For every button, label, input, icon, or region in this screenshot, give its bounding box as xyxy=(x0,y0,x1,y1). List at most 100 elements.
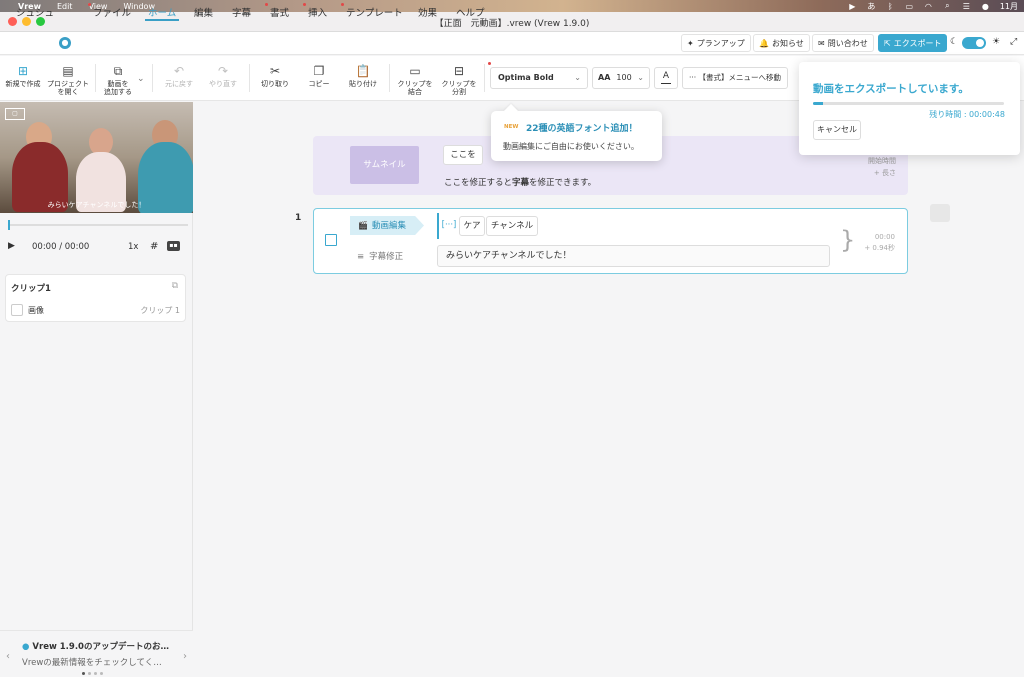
playback-time: 00:00 / 00:00 xyxy=(32,242,90,252)
export-progress-fill xyxy=(813,102,823,105)
tab-template[interactable]: テンプレート xyxy=(341,3,403,19)
siri-icon[interactable]: ● xyxy=(981,2,990,11)
toolbar-divider xyxy=(249,64,250,92)
cut-button[interactable]: ✂ 切り取り xyxy=(256,64,294,88)
grid-icon[interactable]: # xyxy=(150,241,158,252)
tab-home[interactable]: ホーム xyxy=(144,5,180,21)
paste-button[interactable]: 📋 貼り付け xyxy=(344,64,382,88)
toolbar-divider xyxy=(95,64,96,92)
caption-icon[interactable]: ▪▪ xyxy=(167,241,180,251)
font-select[interactable]: Optima Bold ⌄ xyxy=(490,67,588,89)
tab-subtitle[interactable]: 字幕 xyxy=(232,5,251,19)
video-preview[interactable]: ▢ みらいケアチャンネルでした！ xyxy=(0,102,193,213)
battery-icon[interactable]: ▭ xyxy=(905,2,914,11)
notice-button[interactable]: 🔔 お知らせ xyxy=(753,34,810,52)
chevron-down-icon: ⌄ xyxy=(574,73,581,82)
new-font-popover[interactable]: NEW 22種の英語フォント追加！ 動画編集にご自由にお使いください。 xyxy=(491,111,662,161)
video-watermark-logo: ▢ xyxy=(5,108,25,120)
pagination-dot[interactable] xyxy=(82,672,85,675)
theme-toggle[interactable] xyxy=(962,37,986,49)
clip-item-ref: クリップ 1 xyxy=(140,306,180,315)
play-icon[interactable]: ▶ xyxy=(8,241,15,251)
tab-insert[interactable]: 挿入 xyxy=(303,3,327,19)
word-chip[interactable]: チャンネル xyxy=(486,216,538,236)
plan-icon: ✦ xyxy=(687,38,694,48)
video-edit-label[interactable]: 🎬 動画編集 xyxy=(350,216,424,235)
playback-speed[interactable]: 1x xyxy=(128,242,138,252)
font-color-button[interactable]: A xyxy=(654,67,678,89)
input-method-icon[interactable]: あ xyxy=(867,1,876,12)
font-size-select[interactable]: AA 100 ⌄ xyxy=(592,67,650,89)
bluetooth-icon[interactable]: ᛒ xyxy=(886,2,895,11)
merge-clip-button[interactable]: ▭ クリップを 結合 xyxy=(396,64,434,96)
control-center-icon[interactable]: ☰ xyxy=(962,2,971,11)
subtitle-edit-label: ≡ 字幕修正 xyxy=(357,252,404,262)
plan-up-button[interactable]: ✦ プランアップ xyxy=(681,34,751,52)
news-title[interactable]: ● Vrew 1.9.0のアップデートのお… xyxy=(22,640,172,652)
thumbnail-button[interactable]: サムネイル xyxy=(350,146,419,184)
subtitle-text-input[interactable]: みらいケアチャンネルでした！ xyxy=(437,245,830,267)
user-avatar-icon[interactable]: ● xyxy=(59,37,71,49)
clip-card: クリップ1 ⧉ 画像 クリップ 1 xyxy=(5,274,186,322)
redo-icon: ↷ xyxy=(217,64,229,78)
popover-body: 動画編集にご自由にお使いください。 xyxy=(503,142,639,151)
tab-format[interactable]: 書式 xyxy=(265,3,289,19)
undo-button[interactable]: ↶ 元に戻す xyxy=(160,64,198,88)
clip-item-checkbox[interactable] xyxy=(11,304,23,316)
video-subtitle-overlay: みらいケアチャンネルでした！ xyxy=(47,201,146,209)
add-video-dropdown-icon[interactable]: ⌄ xyxy=(137,74,145,84)
pagination-dot[interactable] xyxy=(100,672,103,675)
font-size-icon: AA xyxy=(598,73,611,82)
word-chip[interactable]: ケア xyxy=(459,216,485,236)
export-icon: ⇱ xyxy=(884,38,891,48)
video-scrubber[interactable] xyxy=(8,220,188,230)
clapperboard-icon: 🎬 xyxy=(358,221,368,230)
tab-file[interactable]: ファイル xyxy=(88,3,131,19)
cancel-export-button[interactable]: キャンセル xyxy=(813,120,861,140)
clip-row-checkbox[interactable] xyxy=(325,234,337,246)
clock[interactable]: 11月 xyxy=(1000,1,1018,12)
pagination-dot[interactable] xyxy=(94,672,97,675)
pagination-dot[interactable] xyxy=(88,672,91,675)
export-button[interactable]: ⇱ エクスポート xyxy=(878,34,948,52)
redo-button[interactable]: ↷ やり直す xyxy=(204,64,242,88)
bell-icon: 🔔 xyxy=(759,38,769,48)
export-progress-bar xyxy=(813,102,1004,105)
new-badge: NEW xyxy=(504,124,519,130)
chevron-right-icon[interactable]: › xyxy=(183,651,187,662)
thumbnail-text-chip[interactable]: ここを xyxy=(443,145,483,165)
text-lines-icon: ≡ xyxy=(357,252,365,262)
split-icon: ⊟ xyxy=(453,64,465,78)
chevron-left-icon[interactable]: ‹ xyxy=(6,651,10,662)
start-time-label: 開始時間 + 長さ xyxy=(868,157,896,177)
tab-effects[interactable]: 効果 xyxy=(418,5,437,19)
tab-edit[interactable]: 編集 xyxy=(194,5,213,19)
new-project-button[interactable]: ⊞ 新規で作成 xyxy=(4,64,42,88)
add-video-button[interactable]: ⧉ 動画を 追加する xyxy=(100,64,136,96)
clip-card-title: クリップ1 xyxy=(11,284,51,294)
clip-row-number: 1 xyxy=(295,213,302,223)
format-menu-button[interactable]: ··· 【書式】メニューへ移動 xyxy=(682,67,788,89)
fullscreen-icon[interactable]: ⤢ xyxy=(1010,37,1017,47)
comment-icon[interactable] xyxy=(930,204,950,222)
user-name[interactable]: シュシュ xyxy=(16,5,54,19)
clapperboard-icon: ▤ xyxy=(62,64,74,78)
play-circle-icon[interactable]: ▶ xyxy=(848,2,857,11)
playhead-line xyxy=(437,213,439,239)
wifi-icon[interactable]: ◠ xyxy=(924,2,933,11)
clip-time: 00:00 + 0.94秒 xyxy=(864,233,895,252)
open-project-button[interactable]: ▤ プロジェクト を開く xyxy=(46,64,90,96)
export-title: 動画をエクスポートしています。 xyxy=(813,83,969,95)
more-icon: ··· xyxy=(689,73,699,82)
spotlight-icon[interactable]: ⌕ xyxy=(943,1,952,11)
popover-title: 22種の英語フォント追加！ xyxy=(526,124,638,134)
copy-button[interactable]: ❐ コピー xyxy=(300,64,338,88)
tab-help[interactable]: ヘルプ xyxy=(456,5,485,19)
external-link-icon[interactable]: ⧉ xyxy=(172,281,178,291)
split-clip-button[interactable]: ⊟ クリップを 分割 xyxy=(440,64,478,96)
news-pagination xyxy=(82,672,103,675)
os-menu-edit[interactable]: Edit xyxy=(57,2,73,11)
chevron-down-icon: ⌄ xyxy=(637,73,644,82)
silence-word[interactable]: [···] xyxy=(441,216,457,236)
contact-button[interactable]: ✉ 問い合わせ xyxy=(812,34,874,52)
